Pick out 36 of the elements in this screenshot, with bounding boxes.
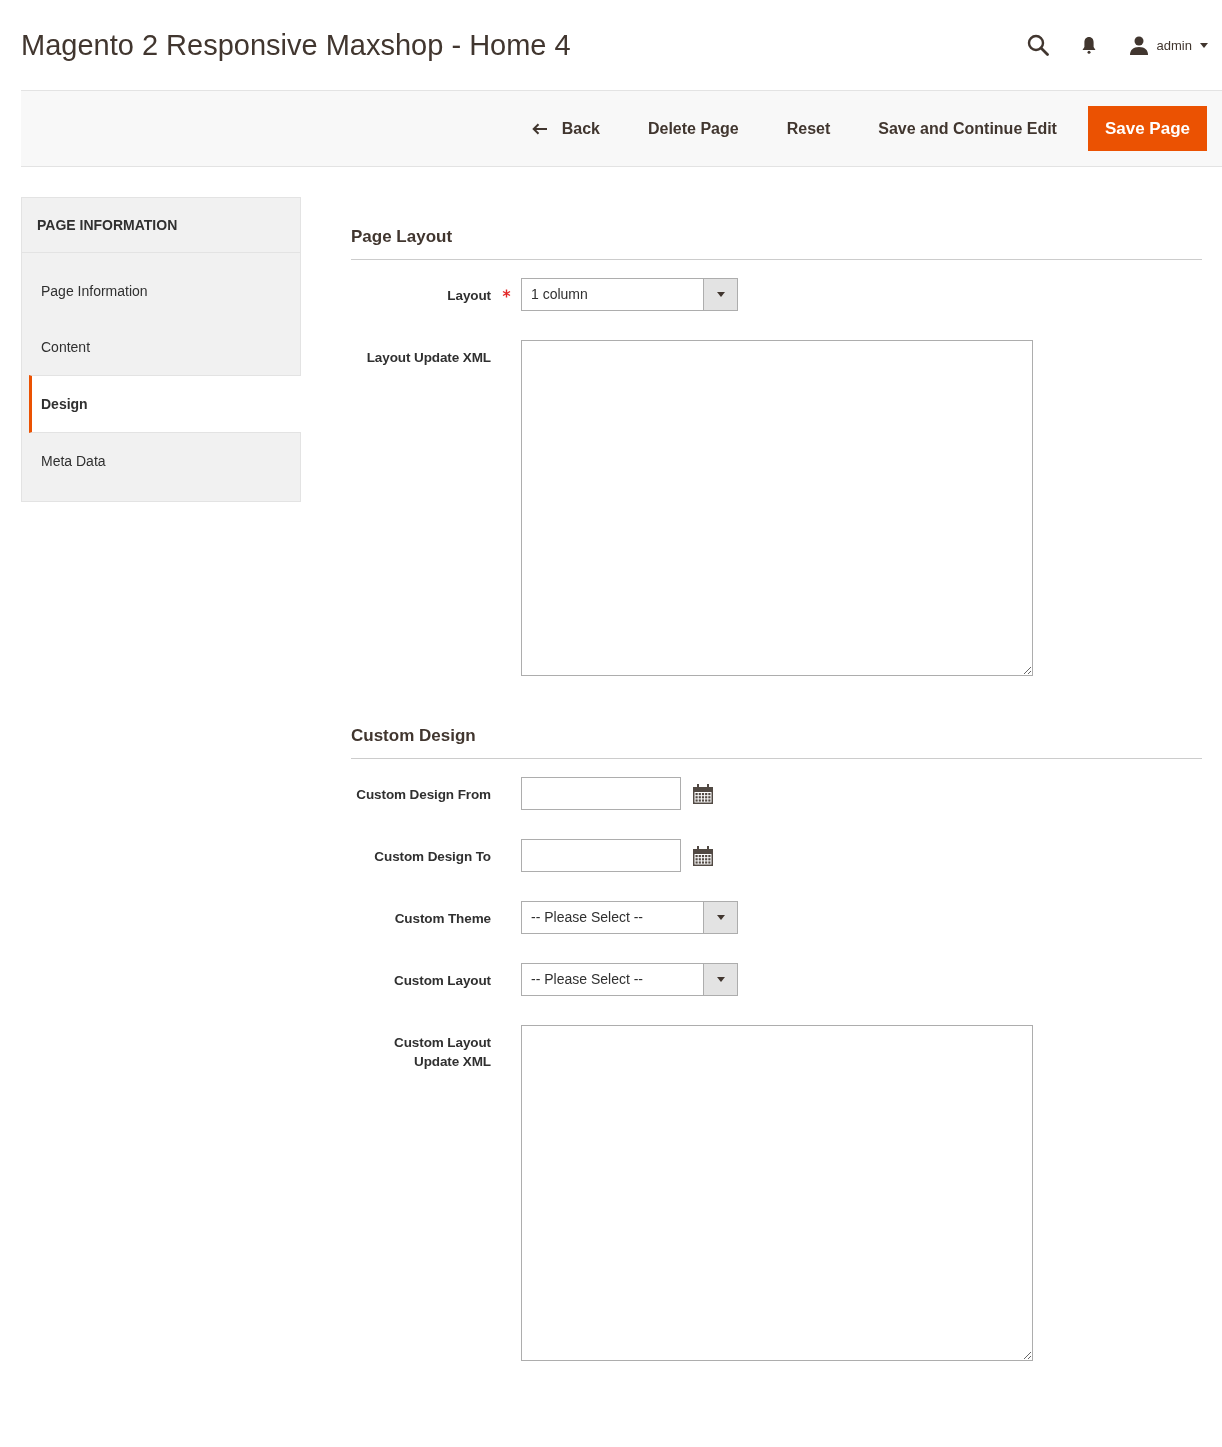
field-label: Custom Design From [355, 786, 491, 804]
caret-icon [716, 292, 725, 297]
sidebar-tab[interactable]: Meta Data [29, 433, 300, 489]
field-label: Custom Layout [393, 972, 491, 990]
action-button[interactable]: Reset [769, 109, 848, 148]
sidebar-tab[interactable]: Page Information [29, 263, 300, 319]
caret-icon [1200, 42, 1208, 48]
user-menu[interactable]: admin [1128, 35, 1208, 55]
field-label: Layout Update XML [365, 349, 491, 367]
dropdown[interactable]: -- Please Select -- [521, 901, 738, 934]
field-label: Layout [446, 287, 491, 305]
field-label: Custom Design To [373, 848, 491, 866]
field-label: Custom Theme [393, 910, 491, 928]
sidebar-title: PAGE INFORMATION [22, 198, 300, 253]
dropdown[interactable]: -- Please Select -- [521, 963, 738, 996]
caret-icon [716, 977, 725, 982]
field-label: Custom Layout Update XML [393, 1034, 491, 1071]
back-arrow-icon [531, 122, 548, 135]
date-field[interactable] [521, 777, 681, 810]
sidebar-tab[interactable]: Content [29, 319, 300, 375]
back-button[interactable]: Back [514, 109, 617, 148]
caret-icon [716, 915, 725, 920]
dropdown[interactable]: 1 column [521, 278, 738, 311]
section-title: Page Layout [351, 227, 1202, 260]
search-icon[interactable] [1026, 34, 1049, 56]
section-title: Custom Design [351, 726, 1202, 759]
calendar-icon[interactable] [692, 844, 714, 867]
action-button[interactable]: Delete Page [630, 109, 756, 148]
save-button[interactable]: Save Page [1087, 106, 1207, 151]
page-title: Magento 2 Responsive Maxshop - Home 4 [21, 28, 571, 62]
action-button[interactable]: Save and Continue Edit [861, 109, 1074, 148]
user-icon [1128, 35, 1149, 55]
date-field[interactable] [521, 839, 681, 872]
calendar-icon[interactable] [692, 782, 714, 805]
notification-bell-icon[interactable] [1080, 36, 1097, 54]
sidebar-tab[interactable]: Design [29, 375, 301, 433]
